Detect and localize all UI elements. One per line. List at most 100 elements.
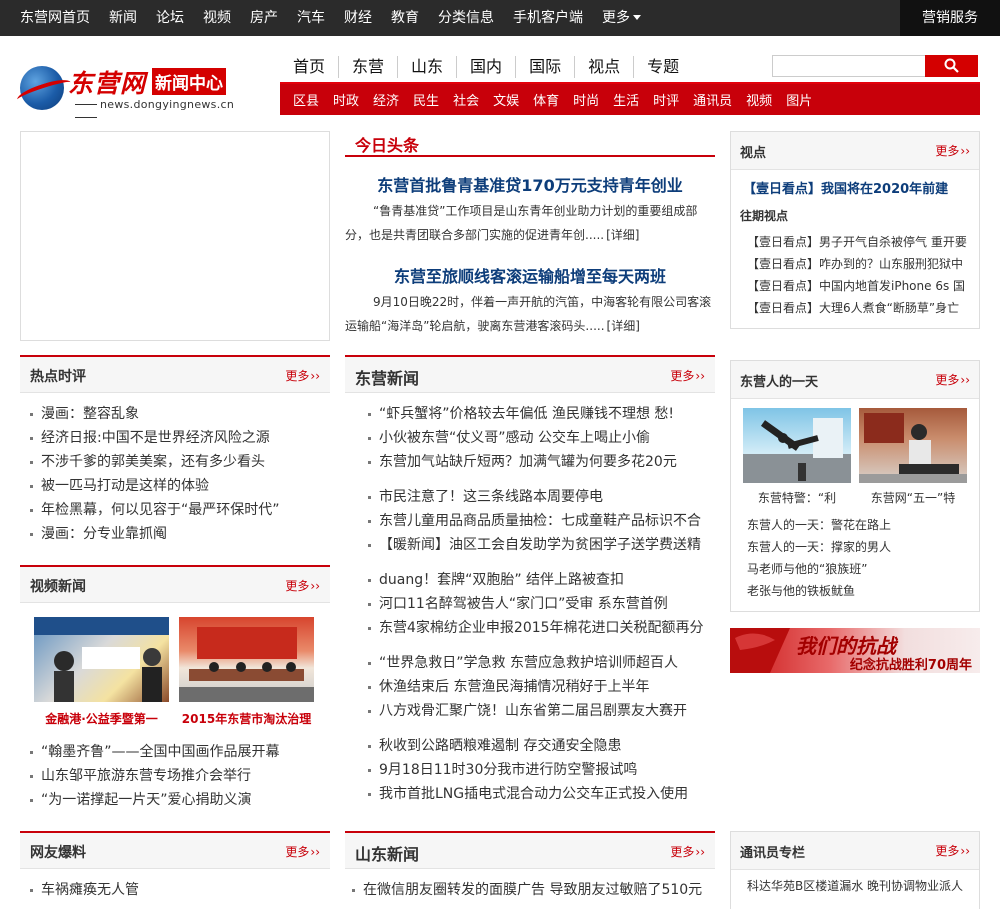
topnav-news[interactable]: 新闻 xyxy=(109,0,137,36)
topnav-more[interactable]: 更多 xyxy=(602,0,641,36)
search-button[interactable] xyxy=(925,55,978,77)
list-item[interactable]: 东营人的一天：警花在路上 xyxy=(747,514,977,536)
topnav-home[interactable]: 东营网首页 xyxy=(20,0,90,36)
videonews-more-link[interactable]: 更多 xyxy=(285,577,320,594)
subnav-politics[interactable]: 时政 xyxy=(333,90,359,109)
mainnav-home[interactable]: 首页 xyxy=(280,56,340,78)
list-item[interactable]: duang！套牌“双胞胎” 结伴上路被查扣 xyxy=(368,568,715,592)
list-item[interactable]: 休渔结束后 东营渔民海捕情况稍好于上半年 xyxy=(368,675,715,699)
list-item[interactable]: 【壹日看点】大理6人煮食“断肠草”身亡 xyxy=(747,297,977,319)
dongying-news-more-link[interactable]: 更多 xyxy=(670,367,705,384)
topnav-forum[interactable]: 论坛 xyxy=(156,0,184,36)
list-item[interactable]: 马老师与他的“狼族班” xyxy=(747,558,977,580)
list-item[interactable]: 漫画：分专业靠抓阄 xyxy=(30,522,330,546)
photo-thumbnail[interactable] xyxy=(859,408,967,483)
list-item[interactable]: 八方戏骨汇聚广饶！山东省第二届吕剧票友大赛开 xyxy=(368,699,715,723)
list-item[interactable]: 市民注意了！这三条线路本周要停电 xyxy=(368,485,715,509)
subnav-entertainment[interactable]: 文娱 xyxy=(493,90,519,109)
list-item[interactable]: “世界急救日”学急救 东营应急救护培训师超百人 xyxy=(368,651,715,675)
list-item[interactable]: 被一匹马打动是这样的体验 xyxy=(30,474,330,498)
detail-link[interactable]: [详细] xyxy=(606,228,639,242)
dayinlife-list: 东营人的一天：警花在路上 东营人的一天：撑家的男人 马老师与他的“狼族班” 老张… xyxy=(747,514,977,602)
list-item[interactable]: 在微信朋友圈转发的面膜广告 导致朋友过敏赔了510元 xyxy=(352,878,715,902)
list-item[interactable]: 东营人的一天：撑家的男人 xyxy=(747,536,977,558)
topnav-edu[interactable]: 教育 xyxy=(391,0,419,36)
list-item-label: 河口11名醉驾被告人“家门口”受审 系东营首例 xyxy=(379,596,668,612)
list-item[interactable]: 科达华苑B区楼道漏水 晚刊协调物业派人 xyxy=(747,875,977,897)
list-item[interactable]: 东营4家棉纺企业申报2015年棉花进口关税配额再分 xyxy=(368,616,715,640)
marketing-button[interactable]: 营销服务 xyxy=(900,0,1000,36)
list-item[interactable]: 东营加气站缺斤短两？加满气罐为何要多花20元 xyxy=(368,450,715,474)
list-item[interactable]: 年检黑幕，何以见容于“最严环保时代” xyxy=(30,498,330,522)
dayinlife-more-link[interactable]: 更多 xyxy=(935,371,970,388)
list-item[interactable]: 【壹日看点】中国内地首发iPhone 6s 国 xyxy=(747,275,977,297)
subnav-livelihood[interactable]: 民生 xyxy=(413,90,439,109)
video-caption[interactable]: 2015年东营市淘汰治理 xyxy=(179,710,314,727)
list-item[interactable]: 【壹日看点】咋办到的？山东服刑犯狱中 xyxy=(747,253,977,275)
list-item[interactable]: “虾兵蟹将”价格较去年偏低 渔民赚钱不理想 愁! xyxy=(368,402,715,426)
video-thumbnail[interactable] xyxy=(34,617,169,702)
bullet-icon xyxy=(368,709,371,713)
topnav-auto[interactable]: 汽车 xyxy=(297,0,325,36)
subnav-correspondent[interactable]: 通讯员 xyxy=(693,90,732,109)
detail-link[interactable]: [详细] xyxy=(607,319,640,333)
list-item[interactable]: 9月18日11时30分我市进行防空警报试鸣 xyxy=(368,758,715,782)
list-item[interactable]: 河口11名醉驾被告人“家门口”受审 系东营首例 xyxy=(368,592,715,616)
list-item[interactable]: 车祸瘫痪无人管 xyxy=(30,878,330,902)
subnav-commentary[interactable]: 时评 xyxy=(653,90,679,109)
list-item[interactable]: “为一诺撑起一片天”爱心捐助义演 xyxy=(30,788,330,812)
list-item[interactable]: 【壹日看点】男子开气自杀被停气 重开要 xyxy=(747,231,977,253)
bullet-icon xyxy=(368,519,371,523)
subnav-society[interactable]: 社会 xyxy=(453,90,479,109)
list-item[interactable]: 我市首批LNG插电式混合动力公交车正式投入使用 xyxy=(368,782,715,806)
video-thumbnail[interactable] xyxy=(179,617,314,702)
topnav-classifieds[interactable]: 分类信息 xyxy=(438,0,494,36)
list-item-label: “虾兵蟹将”价格较去年偏低 渔民赚钱不理想 愁! xyxy=(379,406,675,422)
photo-caption[interactable]: 东营特警：“利 xyxy=(743,489,851,506)
mainnav-domestic[interactable]: 国内 xyxy=(457,56,517,78)
hotcomment-more-link[interactable]: 更多 xyxy=(285,367,320,384)
mainnav-topics[interactable]: 专题 xyxy=(634,56,692,78)
list-item[interactable]: 经济日报:中国不是世界经济风险之源 xyxy=(30,426,330,450)
list-item[interactable]: 老张与他的铁板鱿鱼 xyxy=(747,580,977,602)
subnav-district[interactable]: 区县 xyxy=(293,90,319,109)
correspondent-more-link[interactable]: 更多 xyxy=(935,842,970,859)
list-item[interactable]: 不涉千爹的郭美美案，还有多少看头 xyxy=(30,450,330,474)
video-caption[interactable]: 金融港·公益季暨第一 xyxy=(34,710,169,727)
subnav-photo[interactable]: 图片 xyxy=(786,90,812,109)
subnav-economy[interactable]: 经济 xyxy=(373,90,399,109)
list-item[interactable]: “翰墨齐鲁”——全国中国画作品展开幕 xyxy=(30,740,330,764)
topnav-finance[interactable]: 财经 xyxy=(344,0,372,36)
list-item[interactable]: 【暖新闻】油区工会自发助学为贫困学子送学费送精 xyxy=(368,533,715,557)
headline-link[interactable]: 东营至旅顺线客滚运输船增至每天两班 xyxy=(345,263,715,287)
list-item[interactable]: 山东邹平旅游东营专场推介会举行 xyxy=(30,764,330,788)
list-item[interactable]: 秋收到公路晒粮难遏制 存交通安全隐患 xyxy=(368,734,715,758)
shandong-news-more-link[interactable]: 更多 xyxy=(670,843,705,860)
list-item[interactable]: 漫画：整容乱象 xyxy=(30,402,330,426)
subnav-life[interactable]: 生活 xyxy=(613,90,639,109)
video-thumbnail-image xyxy=(34,617,169,702)
headline-link[interactable]: 东营首批鲁青基准贷170万元支持青年创业 xyxy=(345,172,715,196)
site-logo[interactable]: 东营网 新闻中心 news.dongyingnews.cn xyxy=(15,64,250,114)
topnav-mobile[interactable]: 手机客户端 xyxy=(513,0,583,36)
anti-war-banner[interactable]: 我们的抗战 纪念抗战胜利70周年 xyxy=(730,628,980,673)
subnav-video[interactable]: 视频 xyxy=(746,90,772,109)
subnav-sports[interactable]: 体育 xyxy=(533,90,559,109)
mainnav-shandong[interactable]: 山东 xyxy=(398,56,458,78)
topnav-video[interactable]: 视频 xyxy=(203,0,231,36)
search-input[interactable] xyxy=(772,55,926,77)
mainnav-viewpoint[interactable]: 视点 xyxy=(575,56,635,78)
mainnav-dongying[interactable]: 东营 xyxy=(339,56,399,78)
subnav-fashion[interactable]: 时尚 xyxy=(573,90,599,109)
dongying-news-header: 东营新闻 更多 xyxy=(345,355,715,393)
topnav-house[interactable]: 房产 xyxy=(250,0,278,36)
photo-caption[interactable]: 东营网“五一”特 xyxy=(859,489,967,506)
mainnav-international[interactable]: 国际 xyxy=(516,56,576,78)
list-item[interactable]: 小伙被东营“仗义哥”感动 公交车上喝止小偷 xyxy=(368,426,715,450)
viewpoint-more-link[interactable]: 更多 xyxy=(935,142,970,159)
shandong-news-header: 山东新闻 更多 xyxy=(345,831,715,869)
netizen-more-link[interactable]: 更多 xyxy=(285,843,320,860)
list-item[interactable]: 东营儿童用品商品质量抽检：七成童鞋产品标识不合 xyxy=(368,509,715,533)
photo-thumbnail[interactable] xyxy=(743,408,851,483)
viewpoint-lead-link[interactable]: 【壹日看点】我国将在2020年前建 xyxy=(743,178,979,197)
